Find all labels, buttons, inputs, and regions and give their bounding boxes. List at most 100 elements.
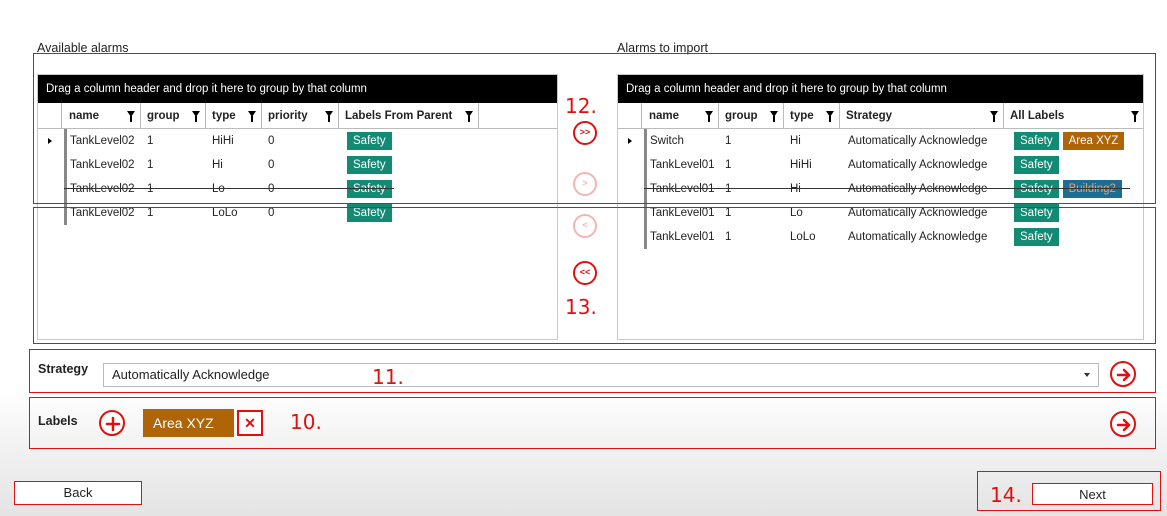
remove-all-button[interactable]: << xyxy=(573,261,597,285)
apply-strategy-button[interactable] xyxy=(1110,361,1136,387)
column-header-strategy[interactable]: Strategy xyxy=(840,103,1004,129)
callout-13: 13. xyxy=(565,295,597,319)
cell-priority: 0 xyxy=(268,183,275,195)
available-alarms-grid: Drag a column header and drop it here to… xyxy=(37,74,558,340)
filter-icon[interactable] xyxy=(1131,111,1139,122)
cell-labels: Safety Building2 xyxy=(1008,177,1126,201)
cell-group: 1 xyxy=(147,159,154,171)
back-button[interactable]: Back xyxy=(14,481,142,505)
callout-14: 14. xyxy=(990,483,1022,507)
cell-type: LoLo xyxy=(790,231,816,243)
cell-strategy: Automatically Acknowledge xyxy=(848,207,988,219)
apply-labels-button[interactable] xyxy=(1110,411,1136,437)
import-rows: Switch 1 Hi Automatically Acknowledge Safety… xyxy=(618,129,1143,249)
label-tag: Safety xyxy=(1014,228,1059,246)
group-panel-hint[interactable]: Drag a column header and drop it here to… xyxy=(38,75,557,103)
remove-selected-button[interactable]: < xyxy=(573,214,597,238)
add-all-button[interactable]: >> xyxy=(573,121,597,145)
filter-icon[interactable] xyxy=(826,111,834,122)
table-row[interactable]: TankLevel01 1 LoLo Automatically Acknowledg… xyxy=(618,225,1143,249)
strikethrough-line xyxy=(644,188,1130,189)
column-header-priority[interactable]: priority xyxy=(262,103,339,129)
column-header-group[interactable]: group xyxy=(141,103,206,129)
table-row[interactable]: TankLevel02 1 Hi 0 Safety xyxy=(38,153,557,177)
cell-labels: Safety xyxy=(1008,225,1063,249)
label-tag: Safety xyxy=(1014,204,1059,222)
cell-name: TankLevel01 xyxy=(650,159,715,171)
cell-labels: Safety Area XYZ xyxy=(1008,129,1128,153)
cell-type: HiHi xyxy=(212,135,234,147)
column-header-group[interactable]: group xyxy=(719,103,784,129)
filter-icon[interactable] xyxy=(325,111,333,122)
label-tag: Safety xyxy=(1014,132,1059,150)
cell-labels: Safety xyxy=(341,177,396,201)
row-indicator-header xyxy=(38,103,62,129)
table-row[interactable]: TankLevel01 1 Lo Automatically Acknowledge S… xyxy=(618,201,1143,225)
label-tag: Safety xyxy=(347,132,392,150)
cell-type: Lo xyxy=(212,183,225,195)
filter-icon[interactable] xyxy=(248,111,256,122)
column-header-type[interactable]: type xyxy=(206,103,262,129)
cell-labels: Safety xyxy=(1008,153,1063,177)
cell-strategy: Automatically Acknowledge xyxy=(848,159,988,171)
labels-label: Labels xyxy=(38,414,78,428)
column-header-name[interactable]: name xyxy=(63,103,141,129)
callout-10: 10. xyxy=(290,410,322,434)
label-tag: Safety xyxy=(1014,180,1059,198)
column-header-row: name group type priority Labels From Par… xyxy=(38,103,557,129)
cell-name: TankLevel02 xyxy=(70,183,135,195)
filter-icon[interactable] xyxy=(465,111,473,122)
filter-icon[interactable] xyxy=(705,111,713,122)
remove-label-button[interactable]: ✕ xyxy=(237,410,263,436)
label-tag: Safety xyxy=(347,180,392,198)
cell-name: TankLevel02 xyxy=(70,207,135,219)
column-header-name[interactable]: name xyxy=(643,103,719,129)
strikethrough-line xyxy=(64,188,394,189)
column-header-row: name group type Strategy All Labels xyxy=(618,103,1143,129)
label-tag: Safety xyxy=(1014,156,1059,174)
callout-11: 11. xyxy=(372,365,404,389)
cell-group: 1 xyxy=(725,207,732,219)
cell-type: Hi xyxy=(790,183,801,195)
cell-group: 1 xyxy=(725,231,732,243)
cell-group: 1 xyxy=(147,135,154,147)
cell-labels: Safety xyxy=(1008,201,1063,225)
strategy-select[interactable]: Automatically Acknowledge xyxy=(103,363,1099,387)
next-button[interactable]: Next xyxy=(1032,483,1153,505)
cell-group: 1 xyxy=(147,207,154,219)
current-row-arrow-icon xyxy=(48,138,52,144)
arrow-right-circle-icon xyxy=(1116,418,1131,432)
table-row[interactable]: TankLevel02 1 Lo 0 Safety xyxy=(38,177,557,201)
filter-icon[interactable] xyxy=(990,111,998,122)
available-alarms-title: Available alarms xyxy=(37,41,129,55)
table-row[interactable]: TankLevel01 1 Hi Automatically Acknowledge S… xyxy=(618,177,1143,201)
cell-strategy: Automatically Acknowledge xyxy=(848,231,988,243)
current-row-arrow-icon xyxy=(628,138,632,144)
add-label-button[interactable] xyxy=(99,410,125,436)
callout-12: 12. xyxy=(565,94,597,118)
filter-icon[interactable] xyxy=(127,111,135,122)
table-row[interactable]: Switch 1 Hi Automatically Acknowledge Safety… xyxy=(618,129,1143,153)
arrow-right-circle-icon xyxy=(1116,368,1131,382)
strategy-label: Strategy xyxy=(38,362,89,376)
plus-circle-icon xyxy=(105,416,121,432)
filter-icon[interactable] xyxy=(770,111,778,122)
column-header-labels-from-parent[interactable]: Labels From Parent xyxy=(339,103,479,129)
cell-name: Switch xyxy=(650,135,684,147)
label-tag: Area XYZ xyxy=(1062,132,1125,150)
chevron-down-icon xyxy=(1084,373,1090,377)
alarms-to-import-title: Alarms to import xyxy=(617,41,708,55)
table-row[interactable]: TankLevel02 1 LoLo 0 Safety xyxy=(38,201,557,225)
add-selected-button[interactable]: > xyxy=(573,172,597,196)
group-panel-hint[interactable]: Drag a column header and drop it here to… xyxy=(618,75,1143,103)
label-tag: Safety xyxy=(347,204,392,222)
column-header-type[interactable]: type xyxy=(784,103,840,129)
filter-icon[interactable] xyxy=(192,111,200,122)
table-row[interactable]: TankLevel02 1 HiHi 0 Safety xyxy=(38,129,557,153)
available-rows: TankLevel02 1 HiHi 0 Safety TankLevel02 1 Hi 0 Sa… xyxy=(38,129,557,225)
label-chip-area-xyz: Area XYZ xyxy=(143,409,234,437)
column-header-all-labels[interactable]: All Labels xyxy=(1004,103,1144,129)
cell-type: Lo xyxy=(790,207,803,219)
alarms-to-import-grid: Drag a column header and drop it here to… xyxy=(617,74,1144,340)
table-row[interactable]: TankLevel01 1 HiHi Automatically Acknowledg… xyxy=(618,153,1143,177)
